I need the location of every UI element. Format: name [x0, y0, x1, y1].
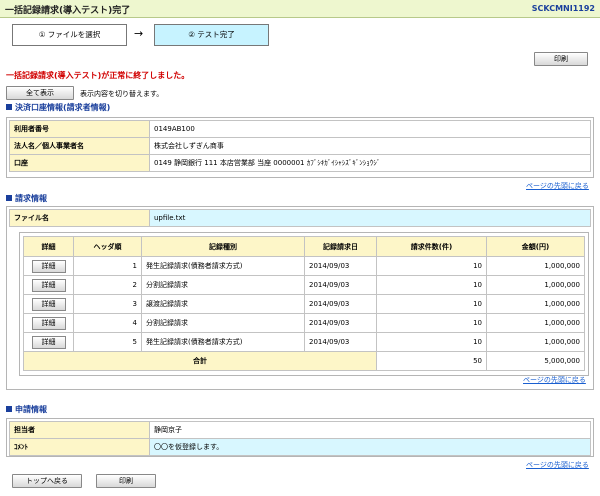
col-amount: 金額(円) [486, 236, 585, 257]
settlement-row: 利用者番号 0149AB100 [9, 120, 591, 138]
count-cell: 10 [376, 256, 487, 276]
amount-cell: 1,000,000 [486, 294, 585, 314]
count-cell: 10 [376, 332, 487, 352]
type-cell: 分割記録請求 [141, 313, 305, 333]
page-top-link[interactable]: ページの先頭に戻る [526, 181, 589, 191]
amount-cell: 1,000,000 [486, 275, 585, 295]
field-label: ｺﾒﾝﾄ [9, 438, 150, 456]
request-table: 詳細 ヘッダ順 記録種別 記録請求日 請求件数(件) 金額(円) 詳細 1 発生… [23, 236, 585, 371]
section-heading-settlement: 決済口座情報(請求者情報) [6, 102, 110, 113]
count-cell: 10 [376, 275, 487, 295]
count-cell: 10 [376, 294, 487, 314]
page-top-link[interactable]: ページの先頭に戻る [523, 375, 586, 385]
date-cell: 2014/09/03 [304, 313, 377, 333]
field-value: 〇〇を仮登録します。 [149, 438, 591, 456]
application-table: 担当者 静岡京子 ｺﾒﾝﾄ 〇〇を仮登録します。 [9, 421, 591, 456]
settlement-panel: 利用者番号 0149AB100 法人名／個人事業者名 株式会社しずぎん商事 口座… [6, 117, 594, 178]
print-button-bottom[interactable]: 印刷 [96, 474, 156, 488]
detail-button[interactable]: 詳細 [31, 297, 66, 311]
page-title: 一括記録請求(導入テスト)完了 [5, 6, 131, 16]
detail-button[interactable]: 詳細 [31, 335, 66, 349]
file-row: ファイル名 upfile.txt [9, 209, 591, 227]
date-cell: 2014/09/03 [304, 294, 377, 314]
type-cell: 分割記録請求 [141, 275, 305, 295]
section-heading-request: 請求情報 [6, 193, 47, 204]
amount-cell: 1,000,000 [486, 313, 585, 333]
order-cell: 1 [73, 256, 142, 276]
detail-cell: 詳細 [23, 294, 74, 314]
request-table-header: 詳細 ヘッダ順 記録種別 記録請求日 請求件数(件) 金額(円) [23, 236, 585, 257]
field-label: 担当者 [9, 421, 150, 439]
col-type: 記録種別 [141, 236, 305, 257]
settlement-row: 法人名／個人事業者名 株式会社しずぎん商事 [9, 137, 591, 155]
section-square-icon [6, 104, 12, 110]
detail-button[interactable]: 詳細 [31, 259, 66, 273]
section-square-icon [6, 195, 12, 201]
section-heading-application: 申請情報 [6, 404, 47, 415]
table-row: 詳細 3 譲渡記録請求 2014/09/03 10 1,000,000 [23, 294, 585, 314]
detail-button[interactable]: 詳細 [31, 316, 66, 330]
back-to-top-button[interactable]: トップへ戻る [12, 474, 82, 488]
total-label: 合計 [23, 351, 377, 371]
field-value: 株式会社しずぎん商事 [149, 137, 591, 155]
detail-cell: 詳細 [23, 313, 74, 333]
show-all-button[interactable]: 全て表示 [6, 86, 74, 100]
field-label: 法人名／個人事業者名 [9, 137, 150, 155]
field-value: 静岡京子 [149, 421, 591, 439]
date-cell: 2014/09/03 [304, 275, 377, 295]
screen-id: SCKCMNI1192 [531, 4, 595, 13]
field-value: 0149 静岡銀行 111 本店営業部 当座 0000001 ｶﾌﾞｼｷｶﾞｲｼ… [149, 154, 591, 172]
col-count: 請求件数(件) [376, 236, 487, 257]
order-cell: 5 [73, 332, 142, 352]
success-message: 一括記録請求(導入テスト)が正常に終了しました。 [6, 71, 190, 80]
col-date: 記録請求日 [304, 236, 377, 257]
page-top-link[interactable]: ページの先頭に戻る [526, 460, 589, 470]
table-row: 詳細 4 分割記録請求 2014/09/03 10 1,000,000 [23, 313, 585, 333]
type-cell: 発生記録請求(債務者請求方式) [141, 332, 305, 352]
show-all-note: 表示内容を切り替えます。 [80, 90, 164, 98]
file-name-value: upfile.txt [149, 209, 591, 227]
date-cell: 2014/09/03 [304, 256, 377, 276]
field-label: 利用者番号 [9, 120, 150, 138]
print-button-top[interactable]: 印刷 [534, 52, 588, 66]
detail-cell: 詳細 [23, 275, 74, 295]
application-panel: 担当者 静岡京子 ｺﾒﾝﾄ 〇〇を仮登録します。 [6, 418, 594, 457]
detail-cell: 詳細 [23, 256, 74, 276]
step-select-file: ① ファイルを選択 [12, 24, 127, 46]
file-name-label: ファイル名 [9, 209, 150, 227]
order-cell: 2 [73, 275, 142, 295]
order-cell: 3 [73, 294, 142, 314]
settlement-table: 利用者番号 0149AB100 法人名／個人事業者名 株式会社しずぎん商事 口座… [9, 120, 591, 172]
type-cell: 発生記録請求(債務者請求方式) [141, 256, 305, 276]
section-square-icon [6, 406, 12, 412]
settlement-row: 口座 0149 静岡銀行 111 本店営業部 当座 0000001 ｶﾌﾞｼｷｶ… [9, 154, 591, 172]
request-panel: ファイル名 upfile.txt 詳細 ヘッダ順 記録種別 記録請求日 請求件数… [6, 206, 594, 390]
application-row: 担当者 静岡京子 [9, 421, 591, 439]
date-cell: 2014/09/03 [304, 332, 377, 352]
request-list-box: 詳細 ヘッダ順 記録種別 記録請求日 請求件数(件) 金額(円) 詳細 1 発生… [19, 232, 589, 376]
step-arrow-icon: → [134, 27, 144, 40]
table-row: 詳細 1 発生記録請求(債務者請求方式) 2014/09/03 10 1,000… [23, 256, 585, 276]
order-cell: 4 [73, 313, 142, 333]
col-detail: 詳細 [23, 236, 74, 257]
step-test-complete: ② テスト完了 [154, 24, 269, 46]
col-order: ヘッダ順 [73, 236, 142, 257]
amount-cell: 1,000,000 [486, 256, 585, 276]
total-amount: 5,000,000 [486, 351, 585, 371]
table-row: 詳細 5 発生記録請求(債務者請求方式) 2014/09/03 10 1,000… [23, 332, 585, 352]
count-cell: 10 [376, 313, 487, 333]
total-count: 50 [376, 351, 487, 371]
type-cell: 譲渡記録請求 [141, 294, 305, 314]
field-value: 0149AB100 [149, 120, 591, 138]
application-row: ｺﾒﾝﾄ 〇〇を仮登録します。 [9, 438, 591, 456]
table-row: 詳細 2 分割記録請求 2014/09/03 10 1,000,000 [23, 275, 585, 295]
field-label: 口座 [9, 154, 150, 172]
detail-cell: 詳細 [23, 332, 74, 352]
amount-cell: 1,000,000 [486, 332, 585, 352]
file-table: ファイル名 upfile.txt [9, 209, 591, 227]
detail-button[interactable]: 詳細 [31, 278, 66, 292]
title-bar: 一括記録請求(導入テスト)完了 SCKCMNI1192 [0, 0, 600, 18]
total-row: 合計 50 5,000,000 [23, 351, 585, 371]
